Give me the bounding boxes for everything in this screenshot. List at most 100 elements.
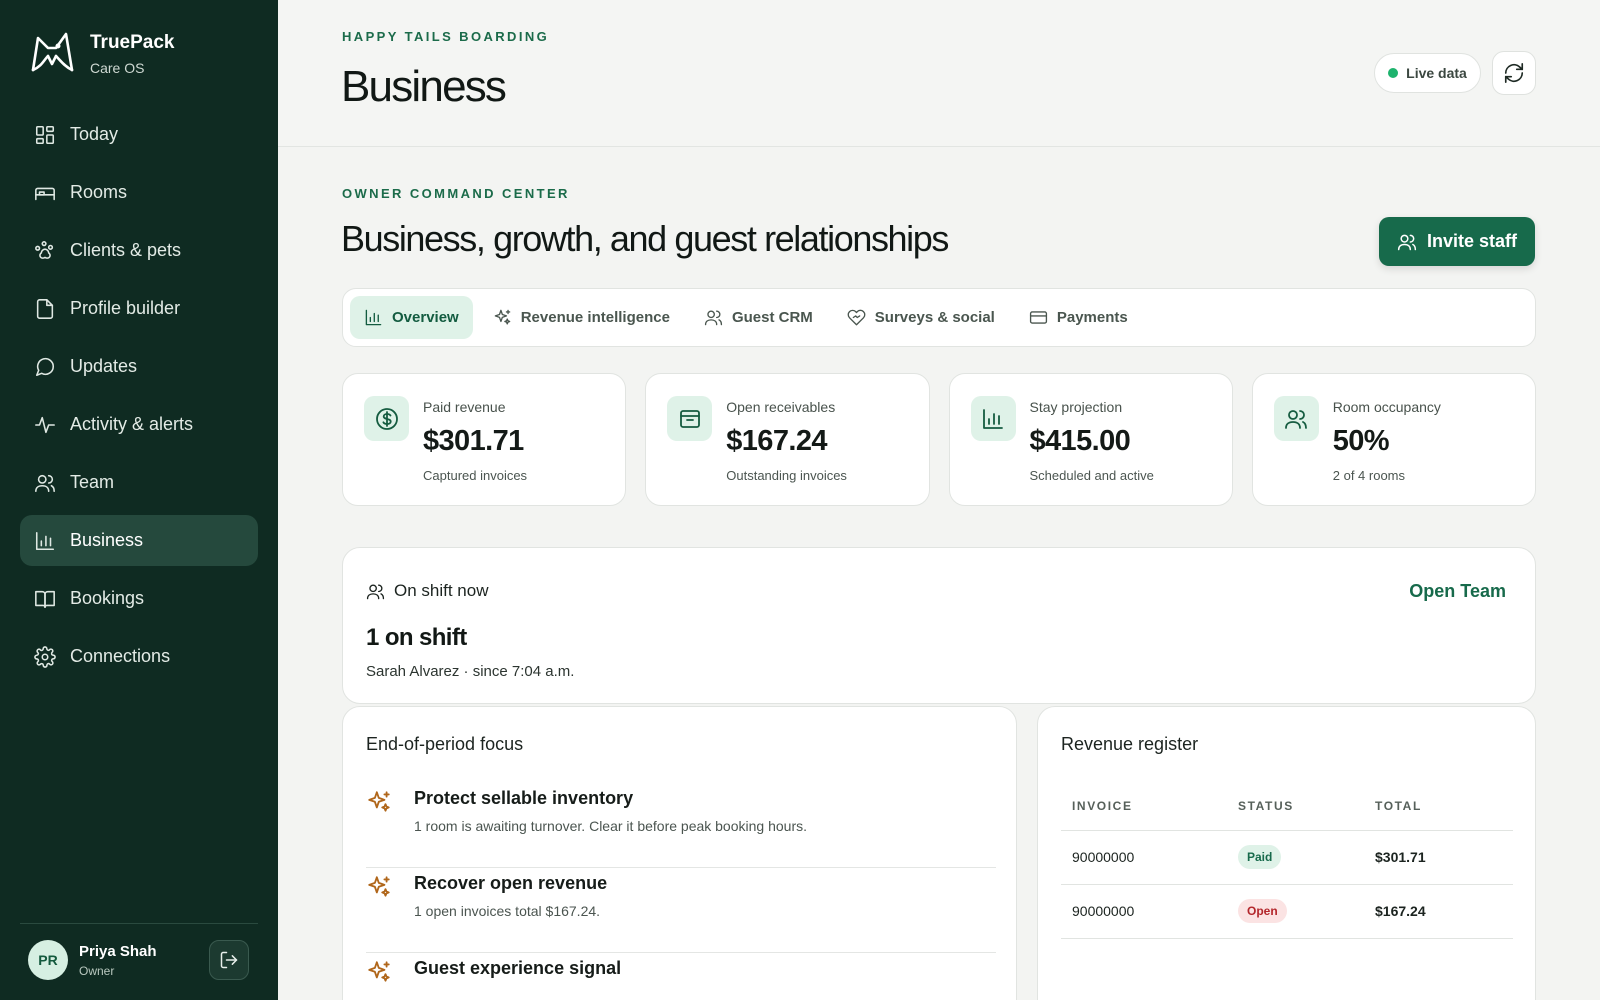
sidebar-item-rooms[interactable]: Rooms [20, 167, 258, 218]
stat-label: Room occupancy [1332, 399, 1441, 415]
sidebar-item-bookings[interactable]: Bookings [20, 573, 258, 624]
logout-icon [220, 951, 238, 969]
table-header-row: INVOICE STATUS TOTAL [1061, 783, 1513, 831]
book-icon [34, 588, 56, 610]
invoice-number: 90000000 [1061, 830, 1227, 885]
sidebar-item-label: Updates [70, 356, 138, 376]
sidebar-item-label: Team [70, 472, 115, 492]
list-item[interactable]: Protect sellable inventory 1 room is awa… [366, 783, 996, 868]
table-row[interactable]: 90000000 Paid $301.71 [1061, 830, 1513, 885]
document-icon [34, 298, 56, 320]
focus-list: Protect sellable inventory 1 room is awa… [366, 783, 996, 1000]
sidebar-divider [20, 923, 258, 924]
stat-label: Paid revenue [423, 399, 506, 415]
sidebar-item-label: Activity & alerts [70, 414, 194, 434]
bar-chart-icon [365, 309, 382, 326]
focus-item-description: 1 room is awaiting turnover. Clear it be… [414, 818, 807, 834]
stat-caption: Captured invoices [423, 468, 528, 483]
focus-item-description: 1 open invoices total $167.24. [414, 903, 601, 919]
user-name: Priya Shah [79, 942, 157, 960]
users-icon [704, 310, 723, 326]
stat-caption: Scheduled and active [1029, 468, 1154, 483]
status-badge: Open [1238, 899, 1287, 923]
invite-staff-button[interactable]: Invite staff [1379, 217, 1535, 266]
sidebar-item-business[interactable]: Business [20, 515, 258, 566]
focus-item-title: Protect sellable inventory [414, 788, 634, 808]
stat-value: 50% [1332, 425, 1390, 457]
activity-icon [34, 414, 56, 436]
logout-button[interactable] [209, 940, 249, 980]
invite-staff-label: Invite staff [1426, 231, 1518, 251]
paw-icon [34, 240, 56, 262]
table-row[interactable]: 90000000 Open $167.24 [1061, 884, 1513, 939]
card-title: Revenue register [1061, 734, 1199, 754]
sidebar-item-team[interactable]: Team [20, 457, 258, 508]
bed-icon [34, 182, 56, 204]
open-team-link[interactable]: Open Team [1409, 581, 1506, 602]
sidebar-item-today[interactable]: Today [20, 109, 258, 160]
stat-card-paid-revenue: Paid revenue $301.71 Captured invoices [342, 373, 627, 506]
tab-surveys-social[interactable]: Surveys & social [833, 296, 1009, 339]
brand[interactable]: TruePack Care OS [28, 30, 175, 78]
sidebar-item-connections[interactable]: Connections [20, 631, 258, 682]
tab-guest-crm[interactable]: Guest CRM [690, 296, 827, 339]
sidebar-item-label: Bookings [70, 588, 145, 608]
card-title: End-of-period focus [366, 734, 524, 754]
stat-caption: 2 of 4 rooms [1332, 468, 1406, 483]
bar-chart-icon [34, 530, 56, 552]
tab-label: Surveys & social [874, 309, 995, 326]
on-shift-heading: On shift now [366, 581, 489, 601]
tab-label: Overview [392, 309, 459, 326]
list-item[interactable]: Guest experience signal [366, 953, 996, 1000]
end-of-period-focus-card: End-of-period focus Protect sellable inv… [342, 706, 1017, 1000]
sidebar-item-clients-pets[interactable]: Clients & pets [20, 225, 258, 276]
invoice-total: $167.24 [1364, 884, 1513, 939]
fox-logo-icon [31, 32, 74, 72]
sidebar-item-profile-builder[interactable]: Profile builder [20, 283, 258, 334]
tab-overview[interactable]: Overview [350, 296, 473, 339]
users-icon [1273, 396, 1319, 441]
revenue-register-card: Revenue register INVOICE STATUS TOTAL 90… [1037, 706, 1536, 1000]
column-header-status: STATUS [1227, 783, 1364, 831]
sidebar-item-label: Clients & pets [70, 240, 182, 260]
status-cell: Open [1227, 884, 1364, 939]
tab-payments[interactable]: Payments [1015, 296, 1142, 339]
on-shift-count: 1 on shift [366, 624, 467, 651]
brand-name: TruePack [90, 32, 175, 53]
live-data-label: Live data [1406, 65, 1467, 81]
sidebar-item-activity-alerts[interactable]: Activity & alerts [20, 399, 258, 450]
column-header-invoice: INVOICE [1061, 783, 1227, 831]
focus-item-title: Recover open revenue [414, 873, 608, 893]
avatar: PR [28, 940, 68, 980]
live-data-badge: Live data [1374, 53, 1481, 93]
revenue-table: INVOICE STATUS TOTAL 90000000 Paid $301.… [1061, 783, 1513, 939]
status-cell: Paid [1227, 830, 1364, 885]
list-item[interactable]: Recover open revenue 1 open invoices tot… [366, 868, 996, 953]
chat-bubble-icon [34, 356, 56, 378]
sidebar-item-label: Rooms [70, 182, 128, 202]
user-role: Owner [79, 963, 115, 978]
stat-label: Stay projection [1029, 399, 1123, 415]
stat-value: $301.71 [423, 425, 524, 457]
section-eyebrow: OWNER COMMAND CENTER [342, 186, 570, 201]
archive-icon [667, 396, 713, 441]
stat-value: $415.00 [1029, 425, 1131, 457]
sidebar-item-updates[interactable]: Updates [20, 341, 258, 392]
sparkle-icon [366, 789, 392, 815]
stat-label: Open receivables [726, 399, 836, 415]
live-status-dot-icon [1388, 68, 1399, 78]
dashboard-icon [34, 124, 56, 146]
stat-cards: Paid revenue $301.71 Captured invoices O… [342, 373, 1536, 506]
page-title: Business [341, 62, 507, 111]
tab-revenue-intelligence[interactable]: Revenue intelligence [479, 296, 684, 339]
sparkle-icon [494, 309, 511, 325]
user-profile[interactable]: PR Priya Shah Owner [28, 940, 157, 980]
invoice-number: 90000000 [1061, 884, 1227, 939]
refresh-button[interactable] [1492, 51, 1536, 95]
status-badge: Paid [1238, 845, 1282, 869]
business-tabs: Overview Revenue intelligence Guest CRM … [342, 288, 1536, 347]
focus-item-title: Guest experience signal [414, 958, 622, 978]
stat-value: $167.24 [726, 425, 827, 457]
sidebar-nav: Today Rooms Clients & pets Profile build… [20, 109, 258, 689]
gear-icon [34, 645, 56, 668]
